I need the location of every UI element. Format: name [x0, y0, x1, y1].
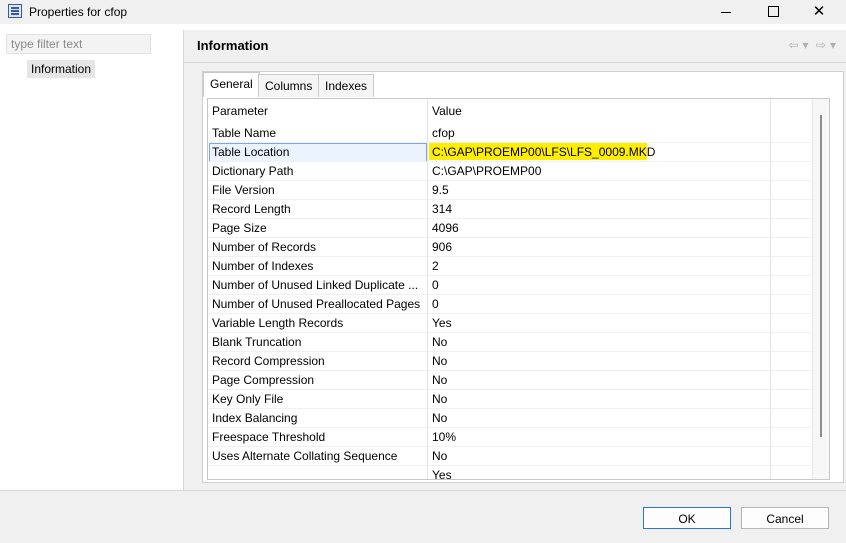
- right-pane: Information ⇦ ▾ ⇨ ▾ General Columns Indexe…: [184, 30, 846, 490]
- page-title: Information: [197, 38, 269, 53]
- row-parameter: Number of Unused Linked Duplicate ...: [212, 278, 419, 292]
- maximize-icon: [768, 6, 779, 17]
- properties-table: Parameter Value Table Name cfop Table Loca…: [207, 98, 830, 480]
- row-value: 0: [432, 278, 439, 292]
- row-parameter: Uses Alternate Collating Sequence: [212, 449, 398, 463]
- row-parameter: Record Length: [212, 202, 291, 216]
- page-header: Information ⇦ ▾ ⇨ ▾: [184, 30, 846, 63]
- minimize-button[interactable]: [704, 0, 750, 24]
- row-value: No: [432, 449, 448, 463]
- row-value: No: [432, 392, 448, 406]
- table-row[interactable]: Key Only File No: [208, 390, 812, 409]
- row-value: Yes: [432, 468, 452, 480]
- table-row[interactable]: Number of Unused Preallocated Pages 0: [208, 295, 812, 314]
- row-parameter: Blank Truncation: [212, 335, 302, 349]
- row-value: No: [432, 335, 448, 349]
- row-value: C:\GAP\PROEMP00: [432, 164, 542, 178]
- row-parameter: Page Size: [212, 221, 267, 235]
- close-button[interactable]: ✕: [796, 0, 842, 24]
- row-value: 314: [432, 202, 453, 216]
- forward-arrow-icon[interactable]: ⇨: [816, 38, 826, 52]
- cancel-button[interactable]: Cancel: [741, 507, 829, 529]
- table-row[interactable]: Dictionary Path C:\GAP\PROEMP00: [208, 162, 812, 181]
- table-row[interactable]: Uses Alternate Collating Sequence No: [208, 447, 812, 466]
- title-bar: Properties for cfop ✕: [0, 0, 846, 24]
- table-row[interactable]: Table Location C:\GAP\PROEMP00\LFS\LFS_00…: [208, 143, 812, 162]
- row-value: 10%: [432, 430, 457, 444]
- ok-button[interactable]: OK: [643, 507, 731, 529]
- column-header-parameter[interactable]: Parameter: [212, 102, 422, 121]
- row-parameter: Number of Indexes: [212, 259, 314, 273]
- row-parameter: Number of Unused Preallocated Pages: [212, 297, 421, 311]
- row-value: cfop: [432, 126, 455, 140]
- row-parameter: Table Name: [212, 126, 277, 140]
- table-row[interactable]: Table Name cfop: [208, 124, 812, 143]
- table-row[interactable]: Index Balancing No: [208, 409, 812, 428]
- table-row[interactable]: Number of Unused Linked Duplicate ... 0: [208, 276, 812, 295]
- column-header-value[interactable]: Value: [432, 102, 762, 121]
- row-value: No: [432, 411, 448, 425]
- row-parameter: Variable Length Records: [212, 316, 344, 330]
- row-parameter: Freespace Threshold: [212, 430, 326, 444]
- row-parameter: Key Only File: [212, 392, 284, 406]
- minimize-icon: [721, 12, 731, 13]
- row-parameter: Index Balancing: [212, 411, 298, 425]
- table-row[interactable]: Freespace Threshold 10%: [208, 428, 812, 447]
- table-row[interactable]: Record Length 314: [208, 200, 812, 219]
- row-value: Yes: [432, 316, 452, 330]
- row-parameter: Number of Records: [212, 240, 317, 254]
- table-row[interactable]: Page Compression No: [208, 371, 812, 390]
- nav-controls: ⇦ ▾ ⇨ ▾: [784, 38, 836, 52]
- table-row[interactable]: Page Size 4096: [208, 219, 812, 238]
- table-row[interactable]: Number of Records 906: [208, 238, 812, 257]
- row-parameter: Page Compression: [212, 373, 315, 387]
- row-value: 906: [432, 240, 453, 254]
- forward-menu-icon[interactable]: ▾: [830, 38, 836, 52]
- filter-input[interactable]: type filter text: [6, 34, 151, 54]
- tree-item-information[interactable]: Information: [27, 60, 96, 78]
- table-row[interactable]: Variable Length Records Yes: [208, 314, 812, 333]
- table-row[interactable]: Blank Truncation No: [208, 333, 812, 352]
- row-value: 0: [432, 297, 439, 311]
- properties-content: General Columns Indexes Parameter Value …: [202, 71, 844, 483]
- back-menu-icon[interactable]: ▾: [803, 38, 809, 52]
- properties-icon: [8, 4, 22, 18]
- row-parameter: Record Compression: [212, 354, 325, 368]
- table-header-row: Parameter Value: [208, 102, 812, 121]
- row-value: No: [432, 373, 448, 387]
- table-row[interactable]: Number of Indexes 2: [208, 257, 812, 276]
- window-title: Properties for cfop: [29, 5, 128, 19]
- row-value: 9.5: [432, 183, 449, 197]
- row-parameter: [212, 466, 422, 479]
- row-value: 4096: [432, 221, 459, 235]
- tab-general[interactable]: General: [203, 72, 260, 97]
- left-pane: type filter text Information: [0, 30, 184, 490]
- close-icon: ✕: [812, 3, 826, 20]
- row-parameter: File Version: [212, 183, 275, 197]
- maximize-button[interactable]: [750, 0, 796, 24]
- row-parameter: Dictionary Path: [212, 164, 294, 178]
- vertical-scrollbar[interactable]: [812, 99, 829, 479]
- scrollbar-thumb[interactable]: [820, 115, 822, 437]
- row-parameter: Table Location: [212, 145, 290, 159]
- tab-columns[interactable]: Columns: [258, 74, 320, 97]
- back-arrow-icon[interactable]: ⇦: [788, 38, 798, 52]
- row-value: C:\GAP\PROEMP00\LFS\LFS_0009.MKD: [432, 145, 656, 159]
- row-value: No: [432, 354, 448, 368]
- table-row[interactable]: File Version 9.5: [208, 181, 812, 200]
- table-row[interactable]: Record Compression No: [208, 352, 812, 371]
- dialog-footer: OK Cancel: [0, 490, 846, 543]
- table-row[interactable]: Yes: [208, 466, 812, 480]
- tab-indexes[interactable]: Indexes: [318, 74, 375, 97]
- row-value: 2: [432, 259, 439, 273]
